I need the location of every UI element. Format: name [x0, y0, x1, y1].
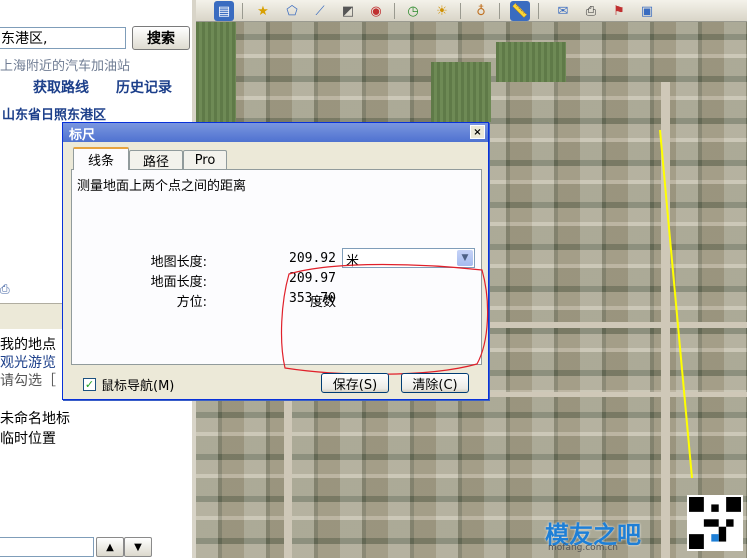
- overlay-icon[interactable]: ◩: [338, 1, 358, 21]
- get-route-link[interactable]: 获取路线: [33, 77, 89, 97]
- search-hint: 上海附近的汽车加油站: [0, 59, 131, 74]
- arrow-down-icon: ▼: [134, 541, 142, 553]
- watermark-url: mofang.com.cn: [548, 543, 618, 553]
- ground-length-label: 地面长度:: [150, 275, 207, 290]
- mouse-nav-checkbox[interactable]: ✓: [83, 378, 96, 391]
- save-image-icon[interactable]: ▣: [637, 1, 657, 21]
- toolbar-separator: [242, 3, 243, 19]
- toolbar-separator: [394, 3, 395, 19]
- bottom-search-field[interactable]: [0, 537, 94, 557]
- polygon-icon[interactable]: ⬠: [282, 1, 302, 21]
- close-icon[interactable]: ×: [470, 125, 485, 139]
- google-maps-icon[interactable]: ⚑: [609, 1, 629, 21]
- sunlight-icon[interactable]: ☀: [432, 1, 452, 21]
- place-hint: 请勾选［: [0, 373, 56, 389]
- map-toolbar: ▤ ★ ⬠ ⟋ ◩ ◉ ◷ ☀ ♁ 📏 ✉ ⎙ ⚑ ▣: [196, 0, 747, 22]
- tab-pro[interactable]: Pro: [183, 150, 227, 170]
- arrow-up-icon: ▲: [106, 541, 114, 553]
- qr-code-icon: [687, 495, 743, 551]
- place-my-places[interactable]: 我的地点: [0, 334, 56, 354]
- search-result-item[interactable]: 山东省日照东港区: [2, 104, 106, 123]
- toolbar-separator: [460, 3, 461, 19]
- place-unnamed-landmark[interactable]: 未命名地标: [0, 408, 70, 428]
- place-sightseeing[interactable]: 观光游览: [0, 352, 56, 372]
- mouse-nav-option[interactable]: ✓ 鼠标导航(M): [83, 375, 174, 394]
- map-length-label: 地图长度:: [150, 255, 207, 270]
- toolbar-separator: [538, 3, 539, 19]
- tour-icon[interactable]: ◉: [366, 1, 386, 21]
- sidebar-toggle-icon[interactable]: ▤: [214, 1, 234, 21]
- tab-path[interactable]: 路径: [129, 150, 183, 170]
- placemark-icon[interactable]: ★: [253, 1, 273, 21]
- ruler-dialog: 标尺 × 线条 路径 Pro 测量地面上两个点之间的距离 地图长度: 209.9…: [62, 122, 489, 400]
- search-button[interactable]: 搜索: [132, 26, 190, 50]
- red-circle-annotation: [280, 263, 489, 375]
- place-temporary[interactable]: 临时位置: [0, 428, 56, 448]
- mouse-nav-label: 鼠标导航(M): [101, 379, 175, 394]
- toolbar-separator: [499, 3, 500, 19]
- save-button[interactable]: 保存(S): [321, 373, 389, 393]
- historical-imagery-icon[interactable]: ◷: [403, 1, 423, 21]
- ruler-description: 测量地面上两个点之间的距离: [77, 179, 247, 194]
- print-icon[interactable]: ⎙: [581, 1, 601, 21]
- ruler-icon[interactable]: 📏: [510, 1, 530, 21]
- path-icon[interactable]: ⟋: [310, 1, 330, 21]
- dialog-title: 标尺: [69, 128, 96, 143]
- search-input[interactable]: [0, 27, 126, 49]
- tab-panel: 测量地面上两个点之间的距离 地图长度: 209.92 米 ▼ 地面长度: 209…: [71, 169, 489, 375]
- move-down-button[interactable]: ▼: [124, 537, 152, 557]
- history-link[interactable]: 历史记录: [116, 77, 172, 97]
- bearing-label: 方位:: [176, 295, 207, 310]
- planets-icon[interactable]: ♁: [471, 1, 491, 21]
- dialog-titlebar[interactable]: 标尺 ×: [63, 123, 488, 143]
- tab-line[interactable]: 线条: [73, 147, 129, 170]
- clear-button[interactable]: 清除(C): [401, 373, 469, 393]
- email-icon[interactable]: ✉: [553, 1, 573, 21]
- move-up-button[interactable]: ▲: [96, 537, 124, 557]
- print-icon[interactable]: ⎙: [0, 282, 10, 297]
